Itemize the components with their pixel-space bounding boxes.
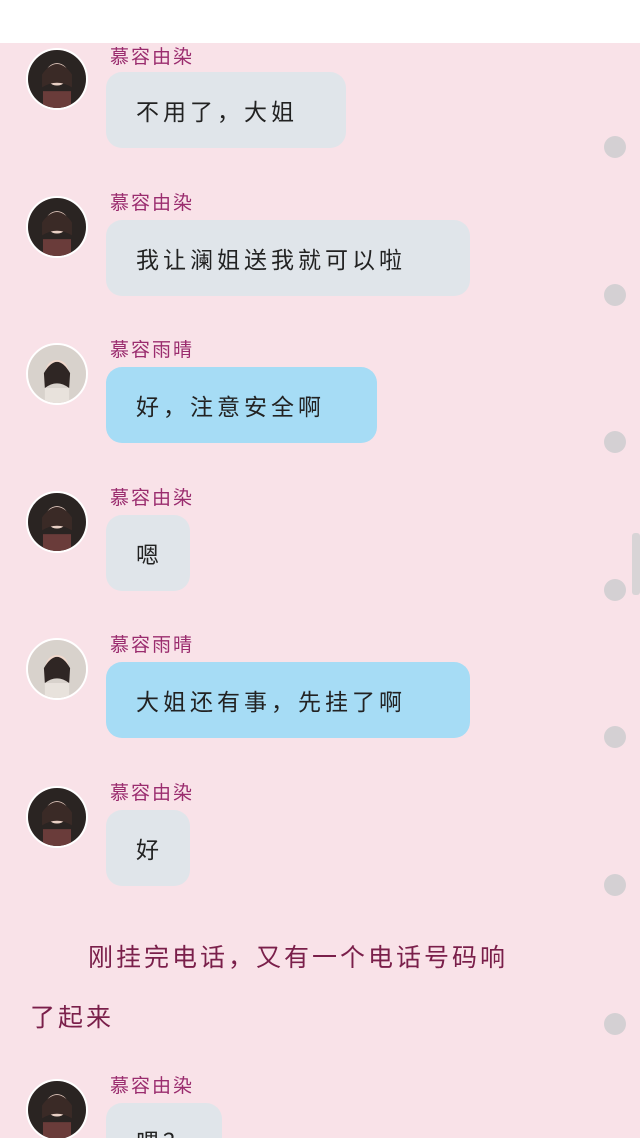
- message-bubble[interactable]: 大姐还有事，先挂了啊: [106, 662, 470, 738]
- message-bubble[interactable]: 不用了，大姐: [106, 72, 346, 148]
- avatar-yuqing[interactable]: [26, 638, 88, 700]
- message-status-dot: [604, 431, 626, 453]
- message-status-dot: [604, 1013, 626, 1035]
- message-bubble[interactable]: 好，注意安全啊: [106, 367, 377, 443]
- message-status-dot: [604, 284, 626, 306]
- message-status-dot: [604, 136, 626, 158]
- sender-name: 慕容由染: [110, 782, 195, 804]
- message-status-dot: [604, 874, 626, 896]
- avatar-ranyou[interactable]: [26, 786, 88, 848]
- avatar-yuqing[interactable]: [26, 343, 88, 405]
- message-bubble[interactable]: 我让澜姐送我就可以啦: [106, 220, 470, 296]
- narration-line: 刚挂完电话，又有一个电话号码响: [88, 943, 509, 972]
- avatar-ranyou[interactable]: [26, 48, 88, 110]
- message-bubble[interactable]: 嗯: [106, 515, 190, 591]
- narration-line: 了起来: [30, 1003, 115, 1032]
- sender-name: 慕容雨晴: [110, 634, 195, 656]
- message-status-dot: [604, 726, 626, 748]
- sender-name: 慕容由染: [110, 487, 195, 509]
- message-status-dot: [604, 579, 626, 601]
- sender-name: 慕容由染: [110, 192, 195, 214]
- scrollbar-thumb[interactable]: [632, 533, 640, 595]
- sender-name: 慕容由染: [110, 46, 195, 68]
- top-bar: [0, 0, 640, 43]
- message-bubble[interactable]: 好: [106, 810, 190, 886]
- sender-name: 慕容雨晴: [110, 339, 195, 361]
- avatar-ranyou[interactable]: [26, 196, 88, 258]
- narration-text: 刚挂完电话，又有一个电话号码响 了起来: [30, 938, 590, 1038]
- avatar-ranyou[interactable]: [26, 1079, 88, 1138]
- avatar-ranyou[interactable]: [26, 491, 88, 553]
- message-text: 喂？: [136, 1123, 190, 1138]
- sender-name: 慕容由染: [110, 1075, 195, 1097]
- message-bubble[interactable]: 喂？: [106, 1103, 222, 1138]
